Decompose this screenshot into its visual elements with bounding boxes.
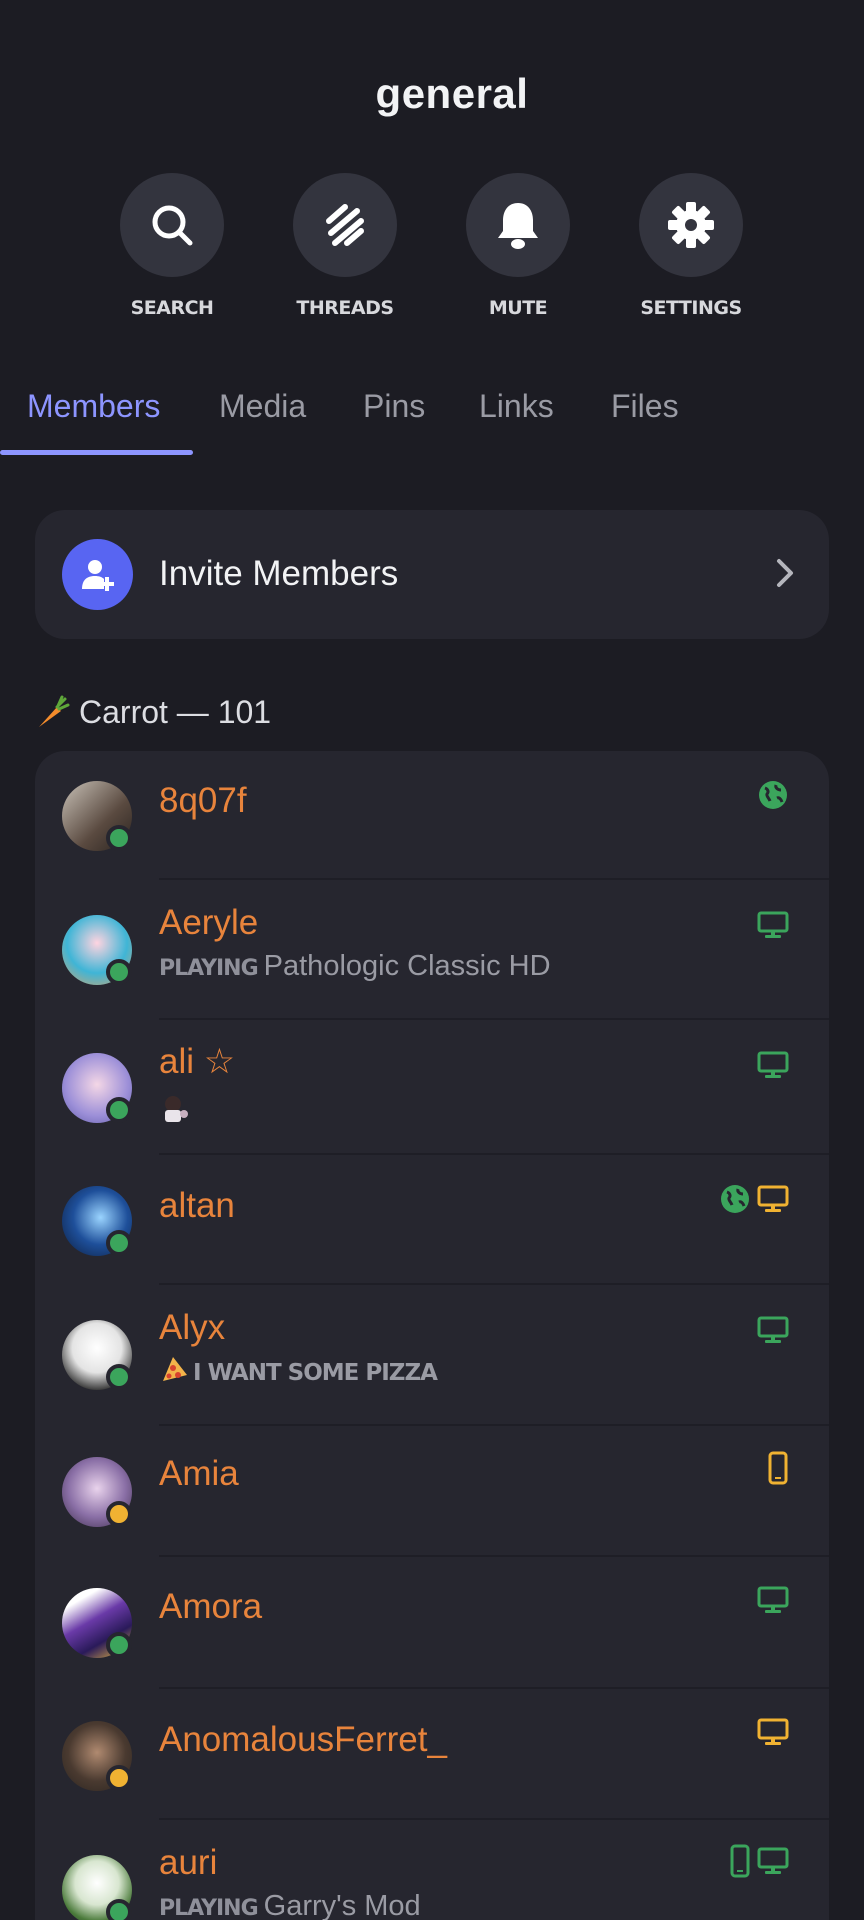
gear-icon <box>668 202 714 248</box>
threads-label: THREADS <box>296 297 394 319</box>
member-name: Alyx <box>159 1308 226 1347</box>
settings-button[interactable]: SETTINGS <box>631 173 751 319</box>
idle-status-icon <box>106 1765 132 1791</box>
role-group-label: Carrot — 101 <box>79 694 272 730</box>
device-indicators <box>729 1844 789 1878</box>
activity-text: Pathologic Classic HD <box>263 950 551 982</box>
online-status-icon <box>106 959 132 985</box>
member-row[interactable]: 8q07f <box>35 751 829 880</box>
member-row[interactable]: Amia <box>35 1426 829 1557</box>
online-status-icon <box>106 1364 132 1390</box>
tab-pins[interactable]: Pins <box>363 388 425 425</box>
member-name: AnomalousFerret_ <box>159 1720 447 1759</box>
desktop-idle-icon <box>757 1718 789 1745</box>
tab-members[interactable]: Members <box>27 388 160 425</box>
member-row[interactable]: auri PLAYING Garry's Mod <box>35 1820 829 1920</box>
online-status-icon <box>106 1899 132 1920</box>
search-label: SEARCH <box>130 297 214 319</box>
member-name: Aeryle <box>159 903 259 942</box>
desktop-icon <box>757 1586 789 1613</box>
desktop-idle-icon <box>757 1185 789 1212</box>
settings-label: SETTINGS <box>640 297 742 319</box>
mute-button[interactable]: MUTE <box>458 173 578 319</box>
role-group-header: Carrot — 101 <box>35 694 271 731</box>
tab-files[interactable]: Files <box>611 388 679 425</box>
bell-icon <box>498 203 538 249</box>
desktop-icon <box>757 911 789 938</box>
device-indicators <box>757 1315 789 1345</box>
device-indicators <box>757 1050 789 1080</box>
activity-prefix: PLAYING <box>159 956 259 981</box>
desktop-icon <box>757 1847 789 1874</box>
member-name: ali ☆ <box>159 1042 236 1081</box>
member-row[interactable]: AnomalousFerret_ <box>35 1689 829 1820</box>
device-indicators <box>757 779 789 811</box>
mobile-icon <box>730 1844 750 1878</box>
member-activity: I WANT SOME PIZZA <box>159 1355 438 1388</box>
online-status-icon <box>106 1230 132 1256</box>
member-name: altan <box>159 1186 235 1225</box>
activity-text: Garry's Mod <box>263 1890 421 1920</box>
pizza-icon <box>163 1357 187 1381</box>
device-indicators <box>757 1585 789 1615</box>
device-indicators <box>767 1451 789 1485</box>
member-activity: PLAYING Garry's Mod <box>159 1890 421 1920</box>
online-status-icon <box>106 825 132 851</box>
globe-icon <box>759 781 787 809</box>
member-row[interactable]: Amora <box>35 1557 829 1689</box>
member-activity: PLAYING Pathologic Classic HD <box>159 950 551 983</box>
tab-links[interactable]: Links <box>479 388 554 425</box>
activity-prefix: PLAYING <box>159 1896 259 1920</box>
member-row[interactable]: ali ☆ <box>35 1020 829 1155</box>
mobile-idle-icon <box>768 1451 788 1485</box>
member-activity <box>159 1092 191 1132</box>
tab-media[interactable]: Media <box>219 388 306 425</box>
chevron-right-icon <box>777 559 793 587</box>
idle-status-icon <box>106 1501 132 1527</box>
member-name: 8q07f <box>159 781 247 820</box>
search-button[interactable]: SEARCH <box>112 173 232 319</box>
member-name: auri <box>159 1843 218 1882</box>
desktop-icon <box>757 1051 789 1078</box>
search-icon <box>152 205 193 246</box>
member-list: 8q07f Aeryle PLAYING Pathologic Classic H… <box>35 751 829 1920</box>
active-tab-indicator <box>0 450 193 455</box>
carrot-icon <box>39 695 70 727</box>
member-row[interactable]: altan <box>35 1155 829 1285</box>
member-row[interactable]: Alyx I WANT SOME PIZZA <box>35 1285 829 1426</box>
invite-members-button[interactable]: Invite Members <box>35 510 829 639</box>
tab-bar: Members Media Pins Links Files <box>0 380 864 456</box>
channel-title: general <box>375 70 529 117</box>
device-indicators <box>757 910 789 940</box>
threads-button[interactable]: THREADS <box>285 173 405 319</box>
device-indicators <box>757 1717 789 1747</box>
custom-status-emoji <box>165 1096 188 1122</box>
custom-status-text: I WANT SOME PIZZA <box>193 1360 438 1386</box>
desktop-icon <box>757 1316 789 1343</box>
mute-label: MUTE <box>488 297 548 319</box>
invite-members-label: Invite Members <box>159 554 399 593</box>
threads-icon <box>326 204 364 246</box>
online-status-icon <box>106 1632 132 1658</box>
member-name: Amora <box>159 1587 263 1626</box>
device-indicators <box>719 1183 789 1215</box>
member-row[interactable]: Aeryle PLAYING Pathologic Classic HD <box>35 880 829 1020</box>
add-user-icon <box>62 539 133 610</box>
online-status-icon <box>106 1097 132 1123</box>
channel-actions: SEARCH THREADS MUTE SETTINGS <box>0 173 864 333</box>
globe-icon <box>721 1185 749 1213</box>
member-name: Amia <box>159 1454 239 1493</box>
